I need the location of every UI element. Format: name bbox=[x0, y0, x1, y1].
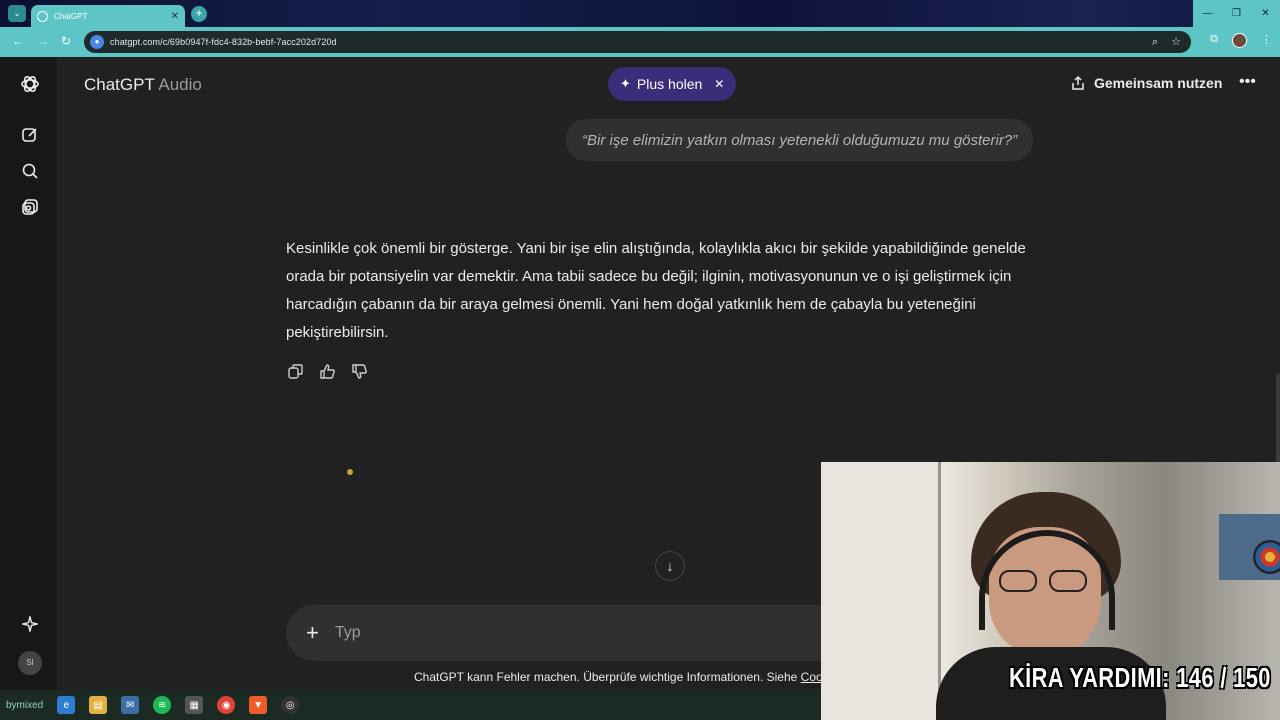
close-tab-icon[interactable]: ✕ bbox=[171, 11, 179, 22]
page-scrollbar[interactable] bbox=[1276, 374, 1280, 474]
scroll-down-button[interactable]: ↓ bbox=[655, 551, 685, 581]
share-icon bbox=[1072, 75, 1084, 90]
mail-icon[interactable]: ✉ bbox=[121, 696, 140, 714]
user-avatar[interactable]: SI bbox=[18, 651, 42, 675]
user-message: “Bir işe elimizin yatkın olması yetenekl… bbox=[566, 119, 1034, 161]
obs-icon[interactable]: ◎ bbox=[281, 696, 300, 714]
new-chat-icon[interactable] bbox=[18, 123, 42, 147]
restore-button[interactable]: ❐ bbox=[1222, 0, 1251, 27]
close-window-button[interactable]: ✕ bbox=[1251, 0, 1280, 27]
copy-icon[interactable] bbox=[286, 362, 304, 380]
calculator-icon[interactable]: ▦ bbox=[185, 696, 204, 714]
model-name: ChatGPT bbox=[84, 75, 155, 94]
tab-search-button[interactable]: ⌄ bbox=[8, 5, 26, 22]
sparkle-icon: ✦ bbox=[620, 76, 631, 91]
disclaimer-text: ChatGPT kann Fehler machen. Überprüfe wi… bbox=[414, 670, 801, 684]
mouse-cursor bbox=[347, 469, 353, 475]
url-text: chatgpt.com/c/69b0947f-fdc4-832b-bebf-7a… bbox=[110, 37, 337, 47]
spotify-icon[interactable]: ≋ bbox=[153, 696, 172, 714]
os-taskbar: bymixed e ▤ ✉ ≋ ▦ ◉ ▼ ◎ bbox=[0, 690, 821, 720]
prompt-input[interactable] bbox=[334, 624, 735, 642]
upgrade-plus-button[interactable]: ✦ Plus holen ✕ bbox=[608, 67, 737, 101]
more-options-icon[interactable]: ••• bbox=[1239, 73, 1256, 91]
webcam-overlay: KİRA YARDIMI: 146 / 150 bbox=[821, 462, 1280, 720]
sparkle-icon[interactable] bbox=[18, 612, 42, 636]
extensions-icon[interactable]: ⧉ bbox=[1210, 33, 1218, 48]
weather-widget[interactable]: bymixed bbox=[6, 700, 43, 711]
page-title[interactable]: ChatGPT Audio bbox=[84, 75, 202, 95]
thumbs-up-icon[interactable] bbox=[318, 362, 336, 380]
file-explorer-icon[interactable]: ▤ bbox=[89, 696, 108, 714]
rent-help-counter: KİRA YARDIMI: 146 / 150 bbox=[1009, 662, 1271, 693]
disclaimer: ChatGPT kann Fehler machen. Überprüfe wi… bbox=[414, 670, 829, 684]
upgrade-label: Plus holen bbox=[636, 76, 703, 92]
toolbar-right: ⧉ ⋮ bbox=[1210, 33, 1272, 48]
webcam-dartboard bbox=[1253, 540, 1280, 574]
address-bar[interactable]: ● chatgpt.com/c/69b0947f-fdc4-832b-bebf-… bbox=[84, 31, 1191, 53]
omnibox-icons: ⌕ ☆ bbox=[1142, 35, 1181, 49]
webcam-door bbox=[821, 462, 941, 720]
library-icon[interactable] bbox=[18, 195, 42, 219]
browser-tabstrip: ⌄ ChatGPT ✕ + — ❐ ✕ bbox=[0, 0, 1280, 27]
reload-button[interactable]: ↻ bbox=[61, 34, 71, 48]
back-button[interactable]: ← bbox=[12, 34, 24, 48]
minimize-button[interactable]: — bbox=[1193, 0, 1222, 27]
model-mode: Audio bbox=[158, 75, 202, 94]
zoom-icon[interactable]: ⌕ bbox=[1152, 36, 1158, 48]
window-controls: — ❐ ✕ bbox=[1193, 0, 1280, 27]
sidebar-rail: SI bbox=[0, 57, 58, 690]
openai-logo-icon[interactable] bbox=[18, 72, 42, 96]
share-button[interactable]: Gemeinsam nutzen bbox=[1070, 75, 1222, 91]
browser-toolbar: ← → ↻ ● chatgpt.com/c/69b0947f-fdc4-832b… bbox=[0, 27, 1280, 57]
dismiss-upgrade-icon[interactable]: ✕ bbox=[714, 77, 724, 91]
browser-menu-icon[interactable]: ⋮ bbox=[1261, 33, 1272, 48]
thumbs-down-icon[interactable] bbox=[350, 362, 368, 380]
browser-tab[interactable]: ChatGPT ✕ bbox=[31, 5, 185, 27]
message-actions bbox=[286, 362, 368, 380]
microphone-active-icon[interactable]: ● bbox=[90, 35, 104, 49]
edge-icon[interactable]: e bbox=[57, 696, 76, 714]
share-label: Gemeinsam nutzen bbox=[1094, 75, 1223, 91]
chatgpt-favicon-icon bbox=[37, 10, 48, 22]
new-tab-button[interactable]: + bbox=[191, 6, 207, 22]
assistant-message: Kesinlikle çok önemli bir gösterge. Yani… bbox=[286, 240, 1026, 341]
profile-avatar[interactable] bbox=[1232, 33, 1247, 48]
chrome-icon[interactable]: ◉ bbox=[217, 696, 236, 714]
tab-title: ChatGPT bbox=[54, 11, 88, 21]
brave-icon[interactable]: ▼ bbox=[249, 696, 268, 714]
bookmark-star-icon[interactable]: ☆ bbox=[1171, 36, 1181, 48]
search-icon[interactable] bbox=[18, 159, 42, 183]
arrow-down-icon: ↓ bbox=[666, 558, 674, 574]
forward-button[interactable]: → bbox=[37, 34, 49, 48]
attach-plus-icon[interactable]: + bbox=[306, 620, 319, 646]
